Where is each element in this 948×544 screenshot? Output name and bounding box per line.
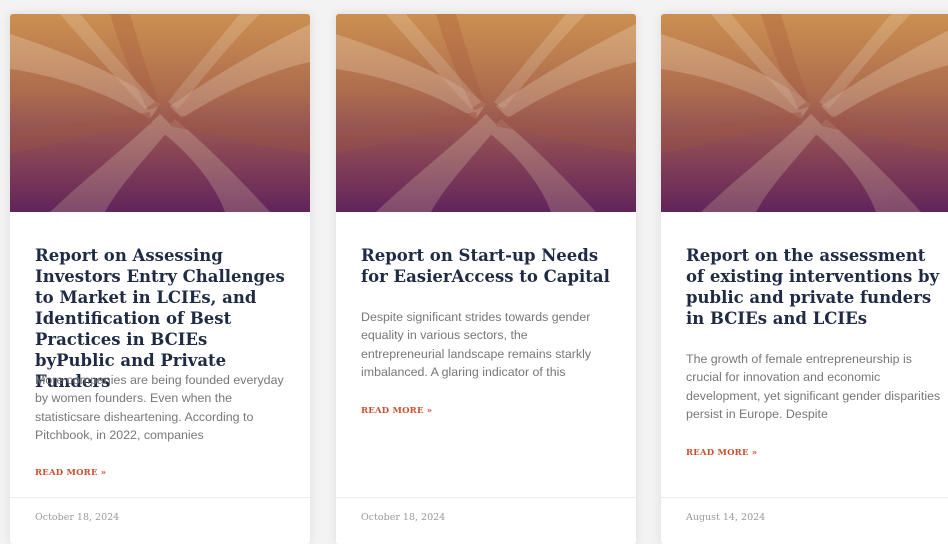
- post-card: Report on Start-up Needs for EasierAcces…: [336, 14, 636, 544]
- post-content: Report on Assessing Investors Entry Chal…: [35, 245, 288, 392]
- post-thumbnail-image[interactable]: [661, 14, 948, 212]
- post-excerpt-wrap: Despite significant strides towards gend…: [361, 308, 614, 381]
- post-date: August 14, 2024: [686, 512, 766, 523]
- post-meta: August 14, 2024: [661, 497, 948, 537]
- post-excerpt: More companies are being founded everyda…: [35, 373, 284, 442]
- stacked-hands-illustration: [10, 14, 310, 212]
- post-date: October 18, 2024: [361, 512, 446, 523]
- post-thumbnail-image[interactable]: [336, 14, 636, 212]
- post-content: Report on Start-up Needs for EasierAcces…: [361, 245, 614, 287]
- post-card: Report on Assessing Investors Entry Chal…: [10, 14, 310, 544]
- post-title-link[interactable]: Report on Start-up Needs for EasierAcces…: [361, 245, 614, 287]
- post-excerpt-wrap: More companies are being founded everyda…: [35, 371, 288, 444]
- post-title-link[interactable]: Report on the assessment of existing int…: [686, 245, 941, 329]
- post-excerpt: Despite significant strides towards gend…: [361, 310, 592, 379]
- post-thumbnail-image[interactable]: [10, 14, 310, 212]
- post-meta: October 18, 2024: [336, 497, 636, 537]
- stacked-hands-illustration: [336, 14, 636, 212]
- post-content: Report on the assessment of existing int…: [686, 245, 941, 329]
- stacked-hands-illustration: [661, 14, 948, 212]
- post-excerpt: The growth of female entrepreneurship is…: [686, 352, 941, 421]
- post-meta: October 18, 2024: [10, 497, 310, 537]
- read-more-link[interactable]: Read More »: [35, 468, 106, 478]
- post-title-link[interactable]: Report on Assessing Investors Entry Chal…: [35, 245, 288, 392]
- read-more-link[interactable]: Read More »: [686, 448, 757, 458]
- post-excerpt-wrap: The growth of female entrepreneurship is…: [686, 350, 947, 423]
- post-date: October 18, 2024: [35, 512, 120, 523]
- read-more-link[interactable]: Read More »: [361, 406, 432, 416]
- post-card: Report on the assessment of existing int…: [661, 14, 948, 544]
